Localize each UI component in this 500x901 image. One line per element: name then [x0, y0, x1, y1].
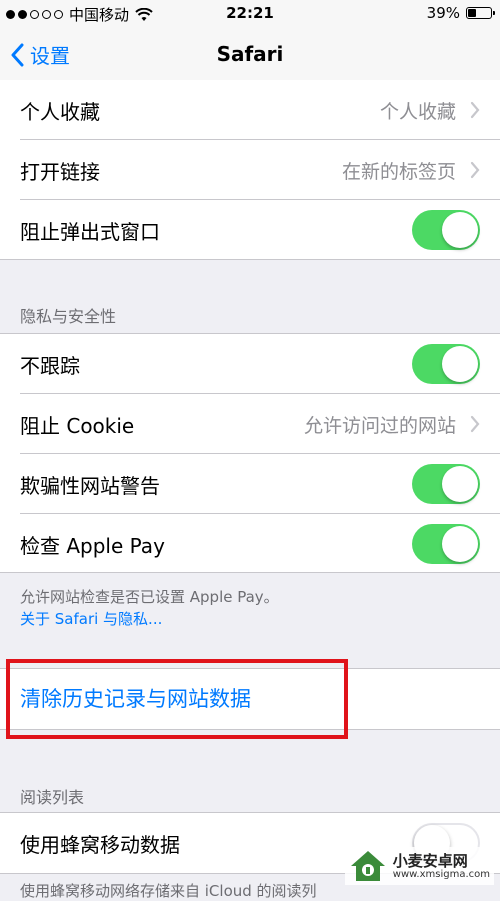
- row-block-popups: 阻止弹出式窗口: [0, 200, 500, 260]
- privacy-footer-text: 允许网站检查是否已设置 Apple Pay。: [20, 588, 279, 606]
- row-do-not-track: 不跟踪: [0, 334, 500, 394]
- reading-footer-text: 使用蜂窝移动网络存储来自 iCloud 的阅读列: [20, 882, 317, 900]
- navigation-bar: 设置 Safari: [0, 28, 500, 84]
- row-label: 阻止 Cookie: [20, 414, 135, 438]
- row-check-apple-pay: 检查 Apple Pay: [0, 514, 500, 574]
- fraud-warning-toggle[interactable]: [412, 464, 480, 504]
- row-block-cookies[interactable]: 阻止 Cookie 允许访问过的网站: [0, 394, 500, 454]
- row-fraud-warning: 欺骗性网站警告: [0, 454, 500, 514]
- chevron-right-icon: [470, 101, 480, 119]
- row-label: 不跟踪: [20, 354, 80, 378]
- row-value: 个人收藏: [379, 101, 456, 123]
- row-value: 在新的标签页: [341, 161, 456, 183]
- section-header-reading-list: 阅读列表: [20, 788, 85, 807]
- row-label: 检查 Apple Pay: [20, 534, 165, 558]
- privacy-about-link[interactable]: 关于 Safari 与隐私...: [20, 608, 162, 629]
- watermark-title: 小麦安卓网: [392, 851, 468, 870]
- watermark-logo-icon: [350, 851, 385, 881]
- block-popups-toggle[interactable]: [412, 210, 480, 250]
- section-header-privacy: 隐私与安全性: [20, 307, 117, 326]
- battery-percent: 39%: [426, 4, 460, 22]
- row-favorites[interactable]: 个人收藏 个人收藏: [0, 80, 500, 140]
- status-time: 22:21: [226, 4, 274, 22]
- row-open-links[interactable]: 打开链接 在新的标签页: [0, 140, 500, 200]
- battery-icon: [466, 7, 495, 19]
- do-not-track-toggle[interactable]: [412, 344, 480, 384]
- row-label: 打开链接: [20, 160, 100, 184]
- status-right: 39%: [426, 4, 495, 22]
- settings-group-general: 个人收藏 个人收藏 打开链接 在新的标签页 阻止弹出式窗口: [0, 80, 500, 260]
- chevron-right-icon: [470, 415, 480, 433]
- watermark: 小麦安卓网 www.xmsigma.com: [344, 847, 494, 885]
- row-label: 欺骗性网站警告: [20, 474, 160, 498]
- row-label: 阻止弹出式窗口: [20, 220, 160, 244]
- page-title: Safari: [216, 42, 284, 66]
- watermark-url: www.xmsigma.com: [392, 868, 490, 880]
- chevron-right-icon: [470, 161, 480, 179]
- status-bar: 中国移动 22:21 39%: [0, 0, 500, 28]
- highlight-box: [6, 659, 348, 739]
- settings-group-privacy: 不跟踪 阻止 Cookie 允许访问过的网站 欺骗性网站警告 检查 Apple …: [0, 333, 500, 573]
- apple-pay-toggle[interactable]: [412, 524, 480, 564]
- row-value: 允许访问过的网站: [303, 415, 456, 437]
- row-label: 使用蜂窝移动数据: [20, 833, 180, 857]
- row-label: 个人收藏: [20, 100, 100, 124]
